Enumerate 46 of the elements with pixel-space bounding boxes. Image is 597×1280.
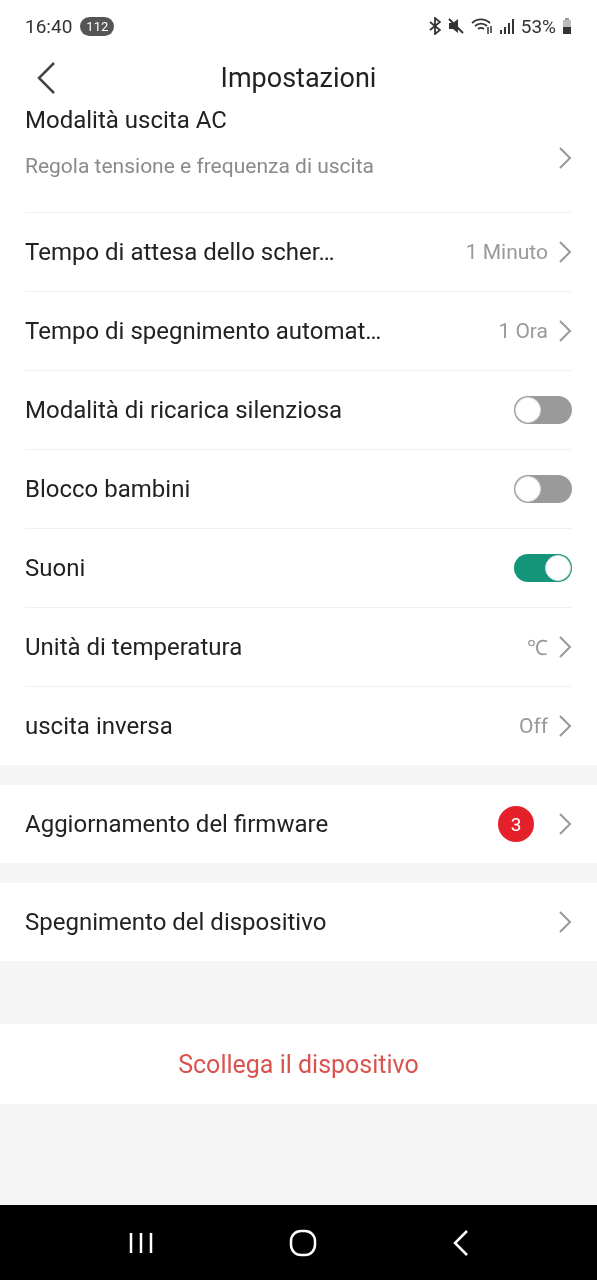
settings-row[interactable]: uscita inversa Off bbox=[25, 687, 572, 765]
settings-row[interactable]: Tempo di attesa dello scher… 1 Minuto bbox=[25, 213, 572, 292]
settings-row[interactable]: Unità di temperatura ℃ bbox=[25, 608, 572, 687]
bluetooth-icon bbox=[428, 17, 441, 35]
toggle-switch[interactable] bbox=[514, 554, 572, 582]
clock: 16:40 bbox=[25, 14, 73, 38]
toggle-switch[interactable] bbox=[514, 396, 572, 424]
setting-label: Unità di temperatura bbox=[25, 633, 244, 661]
setting-value: 1 Ora bbox=[498, 319, 548, 343]
toggle-switch[interactable] bbox=[514, 475, 572, 503]
settings-row[interactable]: Suoni bbox=[25, 529, 572, 608]
setting-label: Modalità uscita AC bbox=[25, 106, 228, 134]
page-title: Impostazioni bbox=[220, 62, 377, 94]
notification-count: 112 bbox=[80, 16, 115, 36]
setting-label: uscita inversa bbox=[25, 712, 174, 740]
signal-icon bbox=[498, 17, 515, 35]
setting-value: 1 Minuto bbox=[465, 240, 548, 264]
notification-badge: 3 bbox=[498, 806, 534, 842]
chevron-right-icon bbox=[558, 910, 572, 934]
setting-label: Modalità di ricarica silenziosa bbox=[25, 396, 344, 424]
chevron-right-icon bbox=[558, 635, 572, 659]
setting-label: Blocco bambini bbox=[25, 475, 192, 503]
setting-label: Tempo di attesa dello scher… bbox=[25, 238, 336, 266]
setting-value: Off bbox=[518, 714, 548, 738]
settings-row[interactable]: Modalità uscita AC Regola tensione e frequenza di uscita bbox=[25, 104, 572, 213]
setting-value: ℃ bbox=[527, 635, 548, 661]
wifi-icon bbox=[470, 17, 493, 35]
chevron-right-icon bbox=[558, 240, 572, 264]
setting-description: Regola tensione e frequenza di uscita bbox=[25, 154, 375, 178]
chevron-right-icon bbox=[558, 812, 572, 836]
chevron-right-icon bbox=[558, 146, 572, 170]
home-icon[interactable] bbox=[288, 1228, 317, 1257]
battery-percentage: 53% bbox=[520, 14, 556, 38]
setting-label: Tempo di spegnimento automat… bbox=[25, 317, 383, 345]
setting-label: Suoni bbox=[25, 554, 87, 582]
settings-row[interactable]: Blocco bambini bbox=[25, 450, 572, 529]
recent-apps-icon[interactable] bbox=[127, 1231, 154, 1254]
settings-row[interactable]: Modalità di ricarica silenziosa bbox=[25, 371, 572, 450]
back-icon[interactable] bbox=[451, 1228, 470, 1257]
setting-label: Spegnimento del dispositivo bbox=[25, 908, 328, 936]
setting-label: Aggiornamento del firmware bbox=[25, 810, 330, 838]
chevron-right-icon bbox=[558, 714, 572, 738]
chevron-right-icon bbox=[558, 319, 572, 343]
mute-icon bbox=[446, 17, 465, 35]
battery-icon bbox=[562, 17, 572, 35]
settings-row[interactable]: Tempo di spegnimento automat… 1 Ora bbox=[25, 292, 572, 371]
